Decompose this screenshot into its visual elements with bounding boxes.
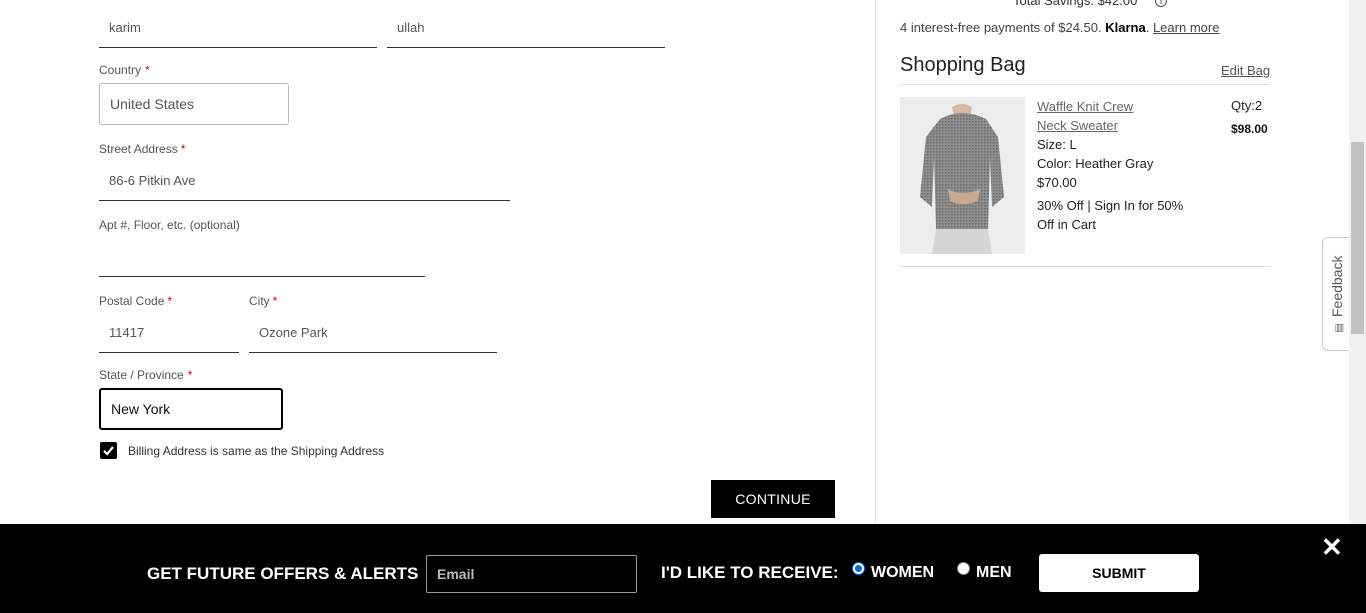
close-icon[interactable]: ✕ bbox=[1321, 534, 1343, 560]
city-label-text: City bbox=[249, 294, 270, 308]
bag-divider-top bbox=[900, 84, 1270, 85]
bag-divider-bottom bbox=[900, 266, 1270, 267]
required-mark: * bbox=[272, 294, 278, 308]
feedback-tab[interactable]: ▤ Feedback bbox=[1322, 237, 1350, 351]
klarna-logo-text: Klarna bbox=[1105, 20, 1146, 35]
men-radio-label[interactable]: MEN bbox=[976, 564, 1012, 582]
product-name-line2[interactable]: Neck Sweater bbox=[1037, 116, 1207, 135]
street-address-input[interactable] bbox=[99, 160, 510, 201]
product-name-line1[interactable]: Waffle Knit Crew bbox=[1037, 97, 1207, 116]
required-mark: * bbox=[180, 142, 186, 156]
feedback-icon: ▤ bbox=[1333, 323, 1345, 333]
column-divider bbox=[875, 0, 876, 524]
state-label-text: State / Province bbox=[99, 368, 184, 382]
state-select[interactable] bbox=[99, 388, 283, 430]
postal-code-input[interactable] bbox=[99, 312, 239, 353]
women-radio[interactable] bbox=[852, 562, 865, 575]
page-scrollbar[interactable] bbox=[1349, 0, 1366, 524]
required-mark: * bbox=[167, 294, 173, 308]
offers-submit-button[interactable]: SUBMIT bbox=[1039, 554, 1199, 592]
product-total-price: $98.00 bbox=[1231, 122, 1268, 136]
product-color: Color: Heather Gray bbox=[1037, 156, 1154, 171]
sweater-photo bbox=[900, 97, 1025, 254]
country-label: Country * bbox=[99, 63, 150, 77]
required-mark: * bbox=[187, 368, 193, 382]
apt-input[interactable] bbox=[99, 237, 425, 277]
state-label: State / Province * bbox=[99, 368, 192, 382]
info-icon[interactable]: i bbox=[1154, 0, 1167, 7]
last-name-input[interactable] bbox=[387, 8, 665, 48]
postal-code-label-text: Postal Code bbox=[99, 294, 165, 308]
product-details: Waffle Knit Crew Neck Sweater Size: L Co… bbox=[1037, 97, 1207, 234]
receive-label: I'D LIKE TO RECEIVE: bbox=[661, 563, 839, 582]
street-address-label: Street Address * bbox=[99, 142, 185, 156]
required-mark: * bbox=[145, 63, 150, 77]
product-promo-line1: 30% Off | Sign In for 50% bbox=[1037, 198, 1184, 213]
city-label: City * bbox=[249, 294, 277, 308]
continue-button[interactable]: CONTINUE bbox=[711, 480, 835, 518]
feedback-label: ▤ Feedback bbox=[1329, 256, 1345, 333]
product-qty: Qty:2 bbox=[1231, 98, 1263, 113]
product-unit-price: $70.00 bbox=[1037, 175, 1077, 190]
offers-email-input[interactable] bbox=[426, 555, 637, 593]
first-name-input[interactable] bbox=[99, 8, 377, 48]
checkmark-icon bbox=[103, 446, 114, 456]
total-savings-row: Total Savings: $42.00 i bbox=[1013, 0, 1167, 8]
scrollbar-thumb[interactable] bbox=[1351, 142, 1364, 334]
klarna-learn-more-link[interactable]: Learn more bbox=[1153, 20, 1219, 35]
product-image[interactable] bbox=[900, 97, 1025, 254]
street-address-label-text: Street Address bbox=[99, 142, 178, 156]
product-size: Size: L bbox=[1037, 137, 1077, 152]
country-select[interactable] bbox=[99, 83, 289, 125]
offers-banner-title: GET FUTURE OFFERS & ALERTS bbox=[147, 564, 419, 583]
city-input[interactable] bbox=[249, 312, 497, 353]
postal-code-label: Postal Code * bbox=[99, 294, 172, 308]
klarna-text: 4 interest-free payments of $24.50. bbox=[900, 20, 1102, 35]
shopping-bag-title: Shopping Bag bbox=[900, 54, 1026, 76]
product-promo-line2: Off in Cart bbox=[1037, 217, 1097, 232]
edit-bag-link[interactable]: Edit Bag bbox=[1221, 63, 1270, 78]
billing-same-checkbox[interactable] bbox=[100, 442, 117, 459]
women-radio-label[interactable]: WOMEN bbox=[871, 564, 934, 582]
klarna-line: 4 interest-free payments of $24.50. Klar… bbox=[900, 20, 1220, 35]
total-savings-text: Total Savings: $42.00 bbox=[1013, 0, 1138, 8]
apt-label: Apt #, Floor, etc. (optional) bbox=[99, 218, 240, 232]
feedback-label-text: Feedback bbox=[1328, 255, 1345, 318]
men-radio[interactable] bbox=[957, 562, 970, 575]
offers-banner: GET FUTURE OFFERS & ALERTS I'D LIKE TO R… bbox=[0, 524, 1366, 613]
billing-same-label[interactable]: Billing Address is same as the Shipping … bbox=[128, 444, 384, 458]
country-label-text: Country bbox=[99, 63, 142, 77]
